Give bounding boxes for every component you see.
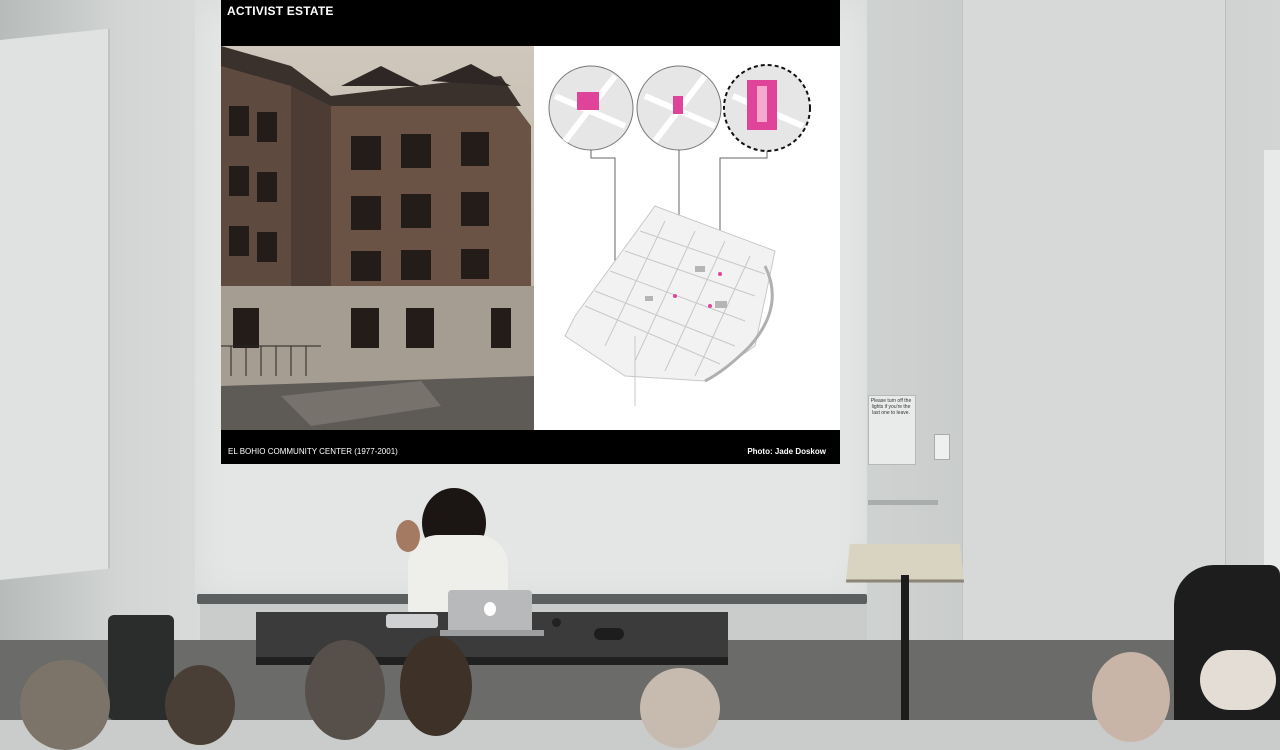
screen-bottom-bar <box>197 594 867 604</box>
audience-head <box>305 640 385 740</box>
map-diagram <box>535 46 840 430</box>
building-photo <box>221 46 534 430</box>
speaker-hand <box>396 520 420 552</box>
photo-credit: Photo: Jade Doskow <box>747 447 826 456</box>
map-diagram-graphic <box>548 64 811 406</box>
wall-column <box>962 0 1226 650</box>
inset-circle-2 <box>636 65 722 151</box>
slide-title: ACTIVIST ESTATE <box>227 4 334 18</box>
wall-ledge <box>868 500 938 505</box>
light-sign-text: Please turn off the lights if you're the… <box>870 398 912 416</box>
slide-header: ACTIVIST ESTATE <box>221 0 840 46</box>
audience-head <box>640 668 720 748</box>
audience-head <box>1092 652 1170 742</box>
whiteboard <box>0 28 110 580</box>
laptop-base <box>440 630 544 636</box>
audience-head <box>400 636 472 736</box>
inset-circle-1 <box>548 65 634 151</box>
audience-head <box>165 665 235 745</box>
inset-circle-3 <box>723 64 811 152</box>
slide-caption: EL BOHIO COMMUNITY CENTER (1977-2001) <box>228 447 398 456</box>
doorway-edge <box>1264 150 1280 570</box>
presentation-slide: ACTIVIST ESTATE EL BOHIO COMMUNITY CENTE… <box>221 0 840 464</box>
apple-logo-icon <box>484 602 496 616</box>
building-photo-graphic <box>221 46 534 430</box>
audience-head <box>20 660 110 750</box>
slide-footer: EL BOHIO COMMUNITY CENTER (1977-2001) Ph… <box>221 430 840 464</box>
mouse <box>552 618 561 627</box>
light-switch <box>934 434 950 460</box>
keyboard <box>386 614 438 628</box>
phone <box>594 628 624 640</box>
baby-blanket <box>1200 650 1276 710</box>
lectern-stand <box>901 575 909 720</box>
